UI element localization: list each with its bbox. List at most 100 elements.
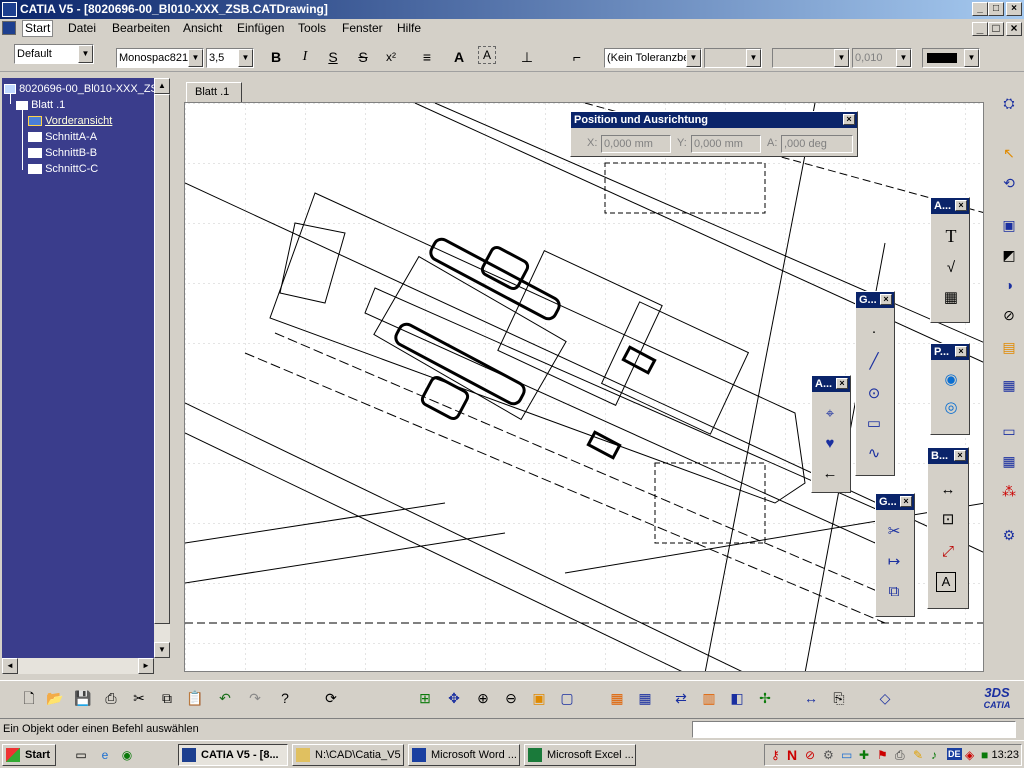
align-left-icon[interactable]: ≡ [416, 46, 438, 68]
section-icon[interactable]: ◩ [998, 244, 1020, 266]
zoom-out-icon[interactable]: ⊖ [500, 687, 522, 709]
scroll-right-icon[interactable]: ► [138, 658, 154, 674]
scroll-left-icon[interactable]: ◄ [2, 658, 18, 674]
close-icon[interactable]: × [954, 450, 966, 461]
y-field[interactable]: 0,000 mm [691, 135, 761, 153]
trim-icon[interactable]: ✂ [882, 520, 906, 544]
chevron-down-icon[interactable]: ▼ [78, 45, 93, 63]
maximize-button[interactable]: □ [988, 2, 1004, 16]
menu-start[interactable]: Start [22, 20, 54, 37]
area-fill-icon[interactable]: ♥ [818, 432, 842, 456]
tolerance-combo[interactable]: (Kein Toleranzbe ▼ [604, 48, 702, 68]
zoom-area-icon[interactable]: ▣ [528, 687, 550, 709]
scroll-down-icon[interactable]: ▼ [154, 642, 170, 658]
copy-icon[interactable]: ⧉ [882, 580, 906, 604]
angle-field[interactable]: ,000 deg [781, 135, 853, 153]
tree-view-section-b[interactable]: SchnittB-B [28, 146, 97, 160]
font-combo[interactable]: Monospac821 ▼ [116, 48, 204, 68]
key-icon[interactable]: ⚷ [771, 748, 781, 762]
tree-view-section-a[interactable]: SchnittA-A [28, 130, 97, 144]
underline-icon[interactable]: S [322, 46, 344, 68]
text-frame-icon[interactable]: A [448, 46, 470, 68]
chevron-down-icon[interactable]: ▼ [238, 49, 253, 67]
dimension-toggle-icon[interactable]: ↔ [800, 687, 822, 709]
normal-view-icon[interactable]: ▢ [556, 687, 578, 709]
chevron-down-icon[interactable]: ▼ [686, 49, 701, 67]
close-icon[interactable]: × [955, 200, 967, 211]
view-wizard-icon[interactable]: ▤ [998, 336, 1020, 358]
chevron-down-icon[interactable]: ▼ [964, 49, 979, 67]
precision-combo[interactable]: 0,010 ▼ [852, 48, 912, 68]
position-icon[interactable]: ◉ [939, 368, 963, 392]
analysis-icon[interactable]: ⇄ [670, 687, 692, 709]
zoom-in-icon[interactable]: ⊕ [472, 687, 494, 709]
help-icon[interactable]: ? [274, 687, 296, 709]
symbol-icon[interactable]: √ [939, 256, 963, 280]
update-tray-icon[interactable]: ✚ [859, 748, 869, 762]
chevron-down-icon[interactable]: ▼ [746, 49, 761, 67]
chevron-down-icon[interactable]: ▼ [188, 49, 203, 67]
redo-icon[interactable]: ↷ [244, 687, 266, 709]
pen-icon[interactable]: ✎ [913, 748, 923, 762]
line-icon[interactable]: ╱ [862, 350, 886, 374]
tree-view-section-c[interactable]: SchnittC-C [28, 162, 98, 176]
menu-hilfe[interactable]: Hilfe [397, 19, 421, 38]
eraser-icon[interactable]: ◇ [874, 687, 896, 709]
dimension-edit-icon[interactable]: ⊡ [936, 508, 960, 532]
text-icon[interactable]: T [939, 224, 963, 248]
tree-sheet[interactable]: Blatt .1 [16, 98, 65, 112]
doc-restore-button[interactable]: □ [988, 22, 1004, 36]
scroll-up-icon[interactable]: ▲ [154, 78, 170, 94]
close-button[interactable]: × [1006, 2, 1022, 16]
alert-icon[interactable]: ⚑ [877, 748, 888, 762]
frame-icon[interactable]: A [478, 46, 496, 64]
close-icon[interactable]: × [836, 378, 848, 389]
media-icon[interactable]: ◉ [116, 744, 138, 766]
doc-minimize-button[interactable]: _ [972, 22, 988, 36]
network-icon[interactable]: ⚙ [823, 748, 834, 762]
sketch-icon[interactable]: ▥ [698, 687, 720, 709]
menu-tools[interactable]: Tools [298, 19, 326, 38]
sheet-frame-icon[interactable]: ▣ [998, 214, 1020, 236]
undo-icon[interactable]: ↶ [214, 687, 236, 709]
tab-sheet[interactable]: Blatt .1 [186, 82, 242, 103]
snap-grid-icon[interactable]: ▦ [634, 687, 656, 709]
chevron-down-icon[interactable]: ▼ [834, 49, 849, 67]
update-icon[interactable]: ⟳ [320, 687, 342, 709]
doc-close-button[interactable]: × [1006, 22, 1022, 36]
superscript-icon[interactable]: x² [380, 46, 402, 68]
minimize-button[interactable]: _ [972, 2, 988, 16]
table-icon[interactable]: ▦ [939, 286, 963, 310]
menu-einfuegen[interactable]: Einfügen [237, 19, 284, 38]
taskbar-item-word[interactable]: Microsoft Word ... [408, 744, 520, 766]
tree-horizontal-scrollbar[interactable]: ◄ ► [2, 658, 154, 674]
sync-icon[interactable]: ◈ [965, 748, 974, 762]
new-icon[interactable]: 🗋 [18, 687, 40, 709]
menu-ansicht[interactable]: Ansicht [183, 19, 222, 38]
chevron-down-icon[interactable]: ▼ [896, 49, 911, 67]
close-icon[interactable]: × [880, 294, 892, 305]
anchor-point-icon[interactable]: ⊥ [516, 46, 538, 68]
drawing-canvas[interactable]: Position und Ausrichtung × X: 0,000 mm Y:… [184, 102, 984, 672]
tolerance-value-combo[interactable]: ▼ [704, 48, 762, 68]
status-icon[interactable]: ■ [981, 748, 988, 762]
fit-all-icon[interactable]: ⊞ [414, 687, 436, 709]
menu-datei[interactable]: Datei [68, 19, 96, 38]
tolerance-icon[interactable]: ⤢ [936, 540, 960, 564]
close-icon[interactable]: × [955, 346, 967, 357]
close-icon[interactable]: × [900, 496, 912, 507]
language-indicator[interactable]: DE [947, 748, 962, 760]
font-size-combo[interactable]: 3,5 ▼ [206, 48, 254, 68]
plot-icon[interactable]: ⎘ [828, 687, 850, 709]
grid-icon[interactable]: ▦ [998, 450, 1020, 472]
scroll-thumb[interactable] [154, 94, 170, 624]
orientation-icon[interactable]: ◎ [939, 396, 963, 420]
numerical-display-combo[interactable]: ▼ [772, 48, 850, 68]
open-icon[interactable]: 📂 [44, 687, 66, 709]
monitor-icon[interactable]: ▭ [841, 748, 852, 762]
color-combo[interactable]: ▼ [922, 48, 980, 68]
pan-icon[interactable]: ✥ [443, 687, 465, 709]
tree-view-front[interactable]: Vorderansicht [28, 114, 112, 128]
italic-icon[interactable]: I [294, 46, 316, 68]
point-icon[interactable]: · [862, 320, 886, 344]
